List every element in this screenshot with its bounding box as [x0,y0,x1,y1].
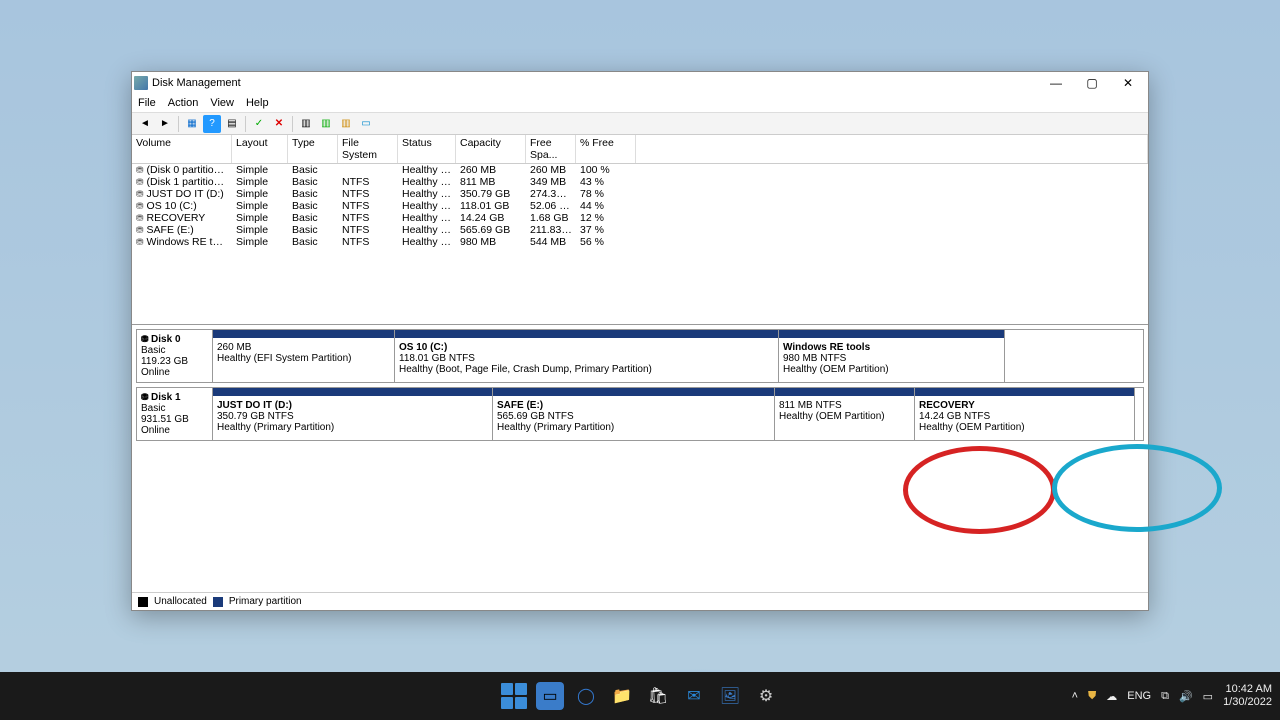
menubar: File Action View Help [132,94,1148,113]
apply-button[interactable]: ✓ [250,115,268,133]
legend: Unallocated Primary partition [132,592,1148,610]
volume-row[interactable]: RECOVERYSimpleBasicNTFSHealthy (...14.24… [132,212,1148,224]
disk-management-window: Disk Management — ▢ ✕ File Action View H… [131,71,1149,611]
maximize-button[interactable]: ▢ [1074,73,1110,93]
volume-row[interactable]: (Disk 1 partition 3)SimpleBasicNTFSHealt… [132,176,1148,188]
store-icon[interactable]: 🛍 [644,682,672,710]
tray-shield-icon[interactable]: ⛊ [1088,690,1096,703]
legend-unallocated-swatch [138,597,148,607]
settings-icon[interactable]: ⚙ [752,682,780,710]
start-button[interactable] [500,682,528,710]
partition[interactable]: RECOVERY14.24 GB NTFSHealthy (OEM Partit… [915,388,1135,440]
menu-help[interactable]: Help [246,97,269,109]
settings-button[interactable]: ▤ [223,115,241,133]
partition[interactable]: 260 MBHealthy (EFI System Partition) [213,330,395,382]
extend-button[interactable]: ▥ [337,115,355,133]
volume-row[interactable]: JUST DO IT (D:)SimpleBasicNTFSHealthy (P… [132,188,1148,200]
partition[interactable]: JUST DO IT (D:)350.79 GB NTFSHealthy (Pr… [213,388,493,440]
titlebar[interactable]: Disk Management — ▢ ✕ [132,72,1148,94]
system-tray[interactable]: ˄ ⛊ ☁ ENG ⧉ 🔊 ▭ 10:42 AM 1/30/2022 [1072,683,1272,709]
photos-icon[interactable]: 🖼 [716,682,744,710]
partition[interactable]: OS 10 (C:)118.01 GB NTFSHealthy (Boot, P… [395,330,779,382]
toolbar: ◄ ► ▦ ? ▤ ✓ ✕ ▥ ▥ ▥ ▭ [132,113,1148,135]
menu-view[interactable]: View [210,97,234,109]
legend-primary-swatch [213,597,223,607]
refresh-button[interactable]: ▦ [183,115,201,133]
taskview-icon[interactable]: ▭ [536,682,564,710]
disk-info[interactable]: Disk 0Basic119.23 GBOnline [137,330,213,382]
tray-clock[interactable]: 10:42 AM 1/30/2022 [1223,683,1272,709]
tray-date: 1/30/2022 [1223,696,1272,709]
menu-action[interactable]: Action [168,97,199,109]
partition[interactable]: Windows RE tools980 MB NTFSHealthy (OEM … [779,330,1005,382]
disk-info[interactable]: Disk 1Basic931.51 GBOnline [137,388,213,440]
properties-button[interactable]: ▭ [357,115,375,133]
explorer-icon[interactable]: 📁 [608,682,636,710]
delete-button[interactable]: ✕ [270,115,288,133]
tray-onedrive-icon[interactable]: ☁ [1106,690,1117,703]
forward-button[interactable]: ► [156,115,174,133]
col-status[interactable]: Status [398,135,456,163]
close-button[interactable]: ✕ [1110,73,1146,93]
back-button[interactable]: ◄ [136,115,154,133]
new-volume-button[interactable]: ▥ [317,115,335,133]
tray-chevron-icon[interactable]: ˄ [1072,690,1078,702]
col-type[interactable]: Type [288,135,338,163]
tray-language[interactable]: ENG [1127,690,1151,702]
volume-row[interactable]: SAFE (E:)SimpleBasicNTFSHealthy (P...565… [132,224,1148,236]
volume-list: Volume Layout Type File System Status Ca… [132,135,1148,325]
minimize-button[interactable]: — [1038,73,1074,93]
volume-row[interactable]: Windows RE toolsSimpleBasicNTFSHealthy (… [132,236,1148,248]
help-button[interactable]: ? [203,115,221,133]
partition[interactable]: SAFE (E:)565.69 GB NTFSHealthy (Primary … [493,388,775,440]
mail-icon[interactable]: ✉ [680,682,708,710]
legend-unallocated: Unallocated [154,596,207,607]
volume-list-header: Volume Layout Type File System Status Ca… [132,135,1148,164]
legend-primary: Primary partition [229,596,302,607]
edge-icon[interactable]: ◯ [572,682,600,710]
col-volume[interactable]: Volume [132,135,232,163]
col-layout[interactable]: Layout [232,135,288,163]
col-capacity[interactable]: Capacity [456,135,526,163]
disk-row: Disk 0Basic119.23 GBOnline260 MBHealthy … [136,329,1144,383]
col-pctfree[interactable]: % Free [576,135,636,163]
app-icon [134,76,148,90]
new-partition-button[interactable]: ▥ [297,115,315,133]
volume-row[interactable]: (Disk 0 partition 1)SimpleBasicHealthy (… [132,164,1148,176]
partition[interactable]: 811 MB NTFSHealthy (OEM Partition) [775,388,915,440]
graphical-view: Disk 0Basic119.23 GBOnline260 MBHealthy … [132,325,1148,610]
tray-time: 10:42 AM [1223,683,1272,696]
col-free[interactable]: Free Spa... [526,135,576,163]
tray-volume-icon[interactable]: 🔊 [1179,690,1193,703]
taskbar[interactable]: ▭ ◯ 📁 🛍 ✉ 🖼 ⚙ ˄ ⛊ ☁ ENG ⧉ 🔊 ▭ 10:42 AM 1… [0,672,1280,720]
disk-row: Disk 1Basic931.51 GBOnlineJUST DO IT (D:… [136,387,1144,441]
col-fs[interactable]: File System [338,135,398,163]
volume-row[interactable]: OS 10 (C:)SimpleBasicNTFSHealthy (B...11… [132,200,1148,212]
menu-file[interactable]: File [138,97,156,109]
tray-battery-icon[interactable]: ▭ [1203,690,1213,703]
tray-touchpad-icon[interactable]: ⧉ [1161,690,1169,703]
window-title: Disk Management [152,77,241,89]
